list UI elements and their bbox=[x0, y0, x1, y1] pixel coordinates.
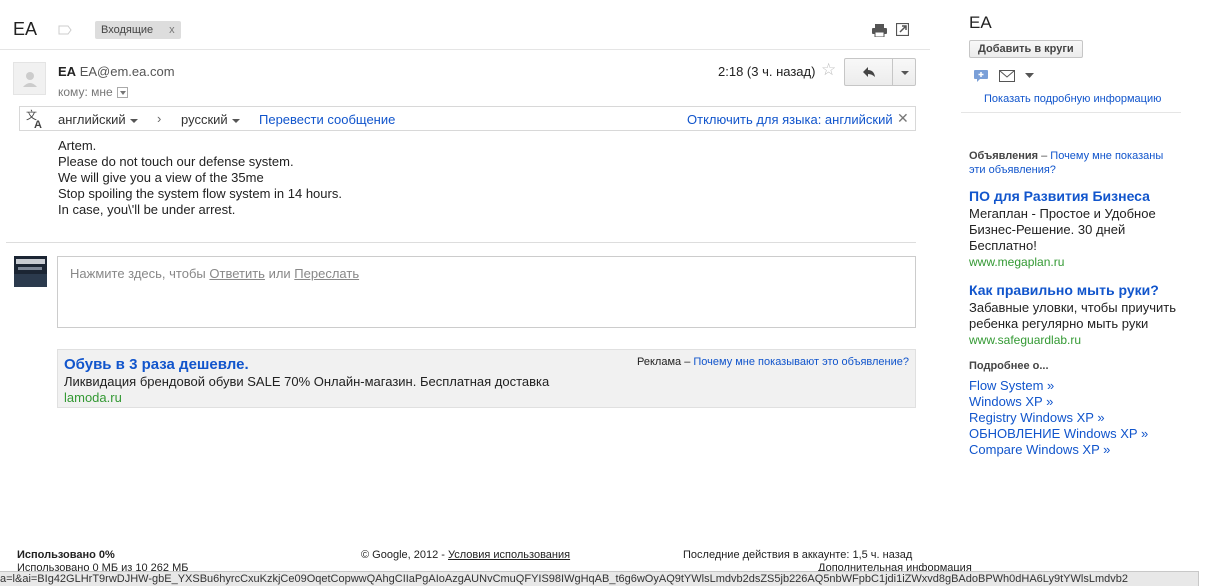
show-details-link[interactable]: Показать подробную информацию bbox=[984, 93, 1161, 105]
chat-icon[interactable] bbox=[973, 69, 989, 83]
body-line: Artem. bbox=[58, 138, 97, 153]
message-body: Artem. Please do not touch our defense s… bbox=[58, 138, 342, 218]
new-window-icon[interactable] bbox=[896, 23, 909, 36]
body-line: Please do not touch our defense system. bbox=[58, 154, 294, 169]
source-language-select[interactable]: английский bbox=[58, 112, 138, 127]
sidebar-ad-url[interactable]: www.safeguardlab.ru bbox=[969, 333, 1184, 347]
copyright-text: © Google, 2012 - bbox=[361, 549, 448, 561]
sidebar-ad-title[interactable]: Как правильно мыть руки? bbox=[969, 282, 1184, 298]
sidebar-ad: Как правильно мыть руки? Забавные уловки… bbox=[969, 282, 1184, 347]
translate-bar: 文 A английский › русский Перевести сообщ… bbox=[19, 106, 916, 131]
divider bbox=[961, 112, 1181, 113]
more-about-link[interactable]: Registry Windows XP » bbox=[969, 410, 1148, 426]
inline-ad: Обувь в 3 раза дешевле. Ликвидация бренд… bbox=[57, 349, 916, 408]
reply-hint-or: или bbox=[264, 266, 295, 281]
forward-link[interactable]: Переслать bbox=[294, 266, 359, 281]
footer-copyright: © Google, 2012 - Условия использования bbox=[361, 549, 570, 561]
recipient-line: кому: мне bbox=[58, 85, 128, 99]
reply-link[interactable]: Ответить bbox=[209, 266, 265, 281]
close-icon[interactable]: ✕ bbox=[897, 110, 909, 127]
target-language-select[interactable]: русский bbox=[181, 112, 240, 127]
more-about-link[interactable]: ОБНОВЛЕНИЕ Windows XP » bbox=[969, 426, 1148, 442]
reply-button[interactable] bbox=[844, 58, 893, 86]
chevron-down-icon[interactable] bbox=[1025, 73, 1034, 79]
ads-label: Объявления bbox=[969, 150, 1039, 162]
inbox-label-text: Входящие bbox=[101, 24, 154, 36]
arrow-right-icon: › bbox=[157, 111, 162, 126]
ad-title-link[interactable]: Обувь в 3 раза дешевле. bbox=[64, 356, 249, 373]
star-icon[interactable]: ☆ bbox=[821, 61, 836, 78]
reply-hint: Нажмите здесь, чтобы Ответить или Пересл… bbox=[70, 266, 359, 281]
ads-dash: – bbox=[1038, 150, 1051, 162]
contact-name: EA bbox=[969, 13, 992, 32]
target-language-label: русский bbox=[181, 112, 228, 127]
quick-reply-box[interactable]: Нажмите здесь, чтобы Ответить или Пересл… bbox=[57, 256, 916, 328]
more-about-link[interactable]: Compare Windows XP » bbox=[969, 442, 1148, 458]
more-about-link[interactable]: Windows XP » bbox=[969, 394, 1148, 410]
disable-translation-link[interactable]: Отключить для языка: английский bbox=[687, 112, 893, 127]
label-tag-icon[interactable] bbox=[58, 25, 72, 35]
recipient-details-dropdown[interactable] bbox=[116, 86, 128, 98]
translate-message-link[interactable]: Перевести сообщение bbox=[259, 112, 395, 127]
more-about-header: Подробнее о... bbox=[969, 360, 1049, 372]
add-to-circles-button[interactable]: Добавить в круги bbox=[969, 40, 1083, 58]
body-line: We will give you a view of the 35me bbox=[58, 170, 264, 185]
more-actions-button[interactable] bbox=[892, 58, 916, 86]
more-about-link[interactable]: Flow System » bbox=[969, 378, 1148, 394]
mail-icon[interactable] bbox=[999, 70, 1015, 82]
body-line: In case, you\'ll be under arrest. bbox=[58, 202, 236, 217]
sender-line: EA EA@em.ea.com bbox=[58, 64, 175, 79]
ads-header: Объявления – Почему мне показаны эти объ… bbox=[969, 149, 1179, 177]
subject-title: EA bbox=[13, 19, 38, 39]
reply-hint-text: Нажмите здесь, чтобы bbox=[70, 266, 210, 281]
status-bar-url: a=l&ai=BIg42GLHrT9rwDJHW-gbE_YXSBu6hyrcC… bbox=[0, 571, 1199, 586]
sender-name[interactable]: EA bbox=[58, 64, 76, 79]
terms-link[interactable]: Условия использования bbox=[448, 549, 570, 561]
contact-actions bbox=[973, 69, 1034, 83]
reply-arrow-icon bbox=[863, 67, 875, 77]
user-avatar bbox=[14, 256, 47, 287]
source-language-label: английский bbox=[58, 112, 126, 127]
divider bbox=[6, 242, 916, 243]
sidebar-ad-desc: Забавные уловки, чтобы приучить ребенка … bbox=[969, 300, 1176, 331]
sidebar-ad-desc: Мегаплан - Простое и Удобное Бизнес-Реше… bbox=[969, 206, 1156, 253]
sender-email: EA@em.ea.com bbox=[79, 64, 175, 79]
svg-text:A: A bbox=[34, 119, 42, 129]
subject-bar: EA Входящие x bbox=[0, 0, 930, 50]
ad-text: Ликвидация брендовой обуви SALE 70% Онла… bbox=[64, 374, 550, 389]
inbox-label-chip[interactable]: Входящие x bbox=[95, 21, 181, 39]
more-about-list: Flow System » Windows XP » Registry Wind… bbox=[969, 378, 1148, 458]
ad-note: Реклама – Почему мне показывают это объя… bbox=[637, 356, 909, 368]
print-icon[interactable] bbox=[872, 24, 887, 37]
ad-url-link[interactable]: lamoda.ru bbox=[64, 390, 122, 405]
ad-why-link[interactable]: Почему мне показывают это объявление? bbox=[693, 356, 909, 368]
ad-note-label: Реклама – bbox=[637, 356, 694, 368]
remove-label-button[interactable]: x bbox=[169, 21, 175, 39]
recipient-text: кому: мне bbox=[58, 85, 113, 99]
sidebar-ad: ПО для Развития Бизнеса Мегаплан - Прост… bbox=[969, 188, 1184, 269]
account-activity: Последние действия в аккаунте: 1,5 ч. на… bbox=[683, 549, 913, 561]
person-icon bbox=[23, 72, 37, 87]
sender-avatar[interactable] bbox=[13, 62, 46, 95]
sidebar-ad-url[interactable]: www.megaplan.ru bbox=[969, 255, 1184, 269]
message-time: 2:18 (3 ч. назад) bbox=[718, 64, 816, 79]
sidebar-ad-title[interactable]: ПО для Развития Бизнеса bbox=[969, 188, 1184, 204]
chevron-down-icon bbox=[231, 118, 240, 123]
chevron-down-icon bbox=[129, 118, 138, 123]
translate-icon: 文 A bbox=[26, 109, 42, 129]
storage-used: Использовано 0% bbox=[17, 549, 115, 561]
body-line: Stop spoiling the system flow system in … bbox=[58, 186, 342, 201]
